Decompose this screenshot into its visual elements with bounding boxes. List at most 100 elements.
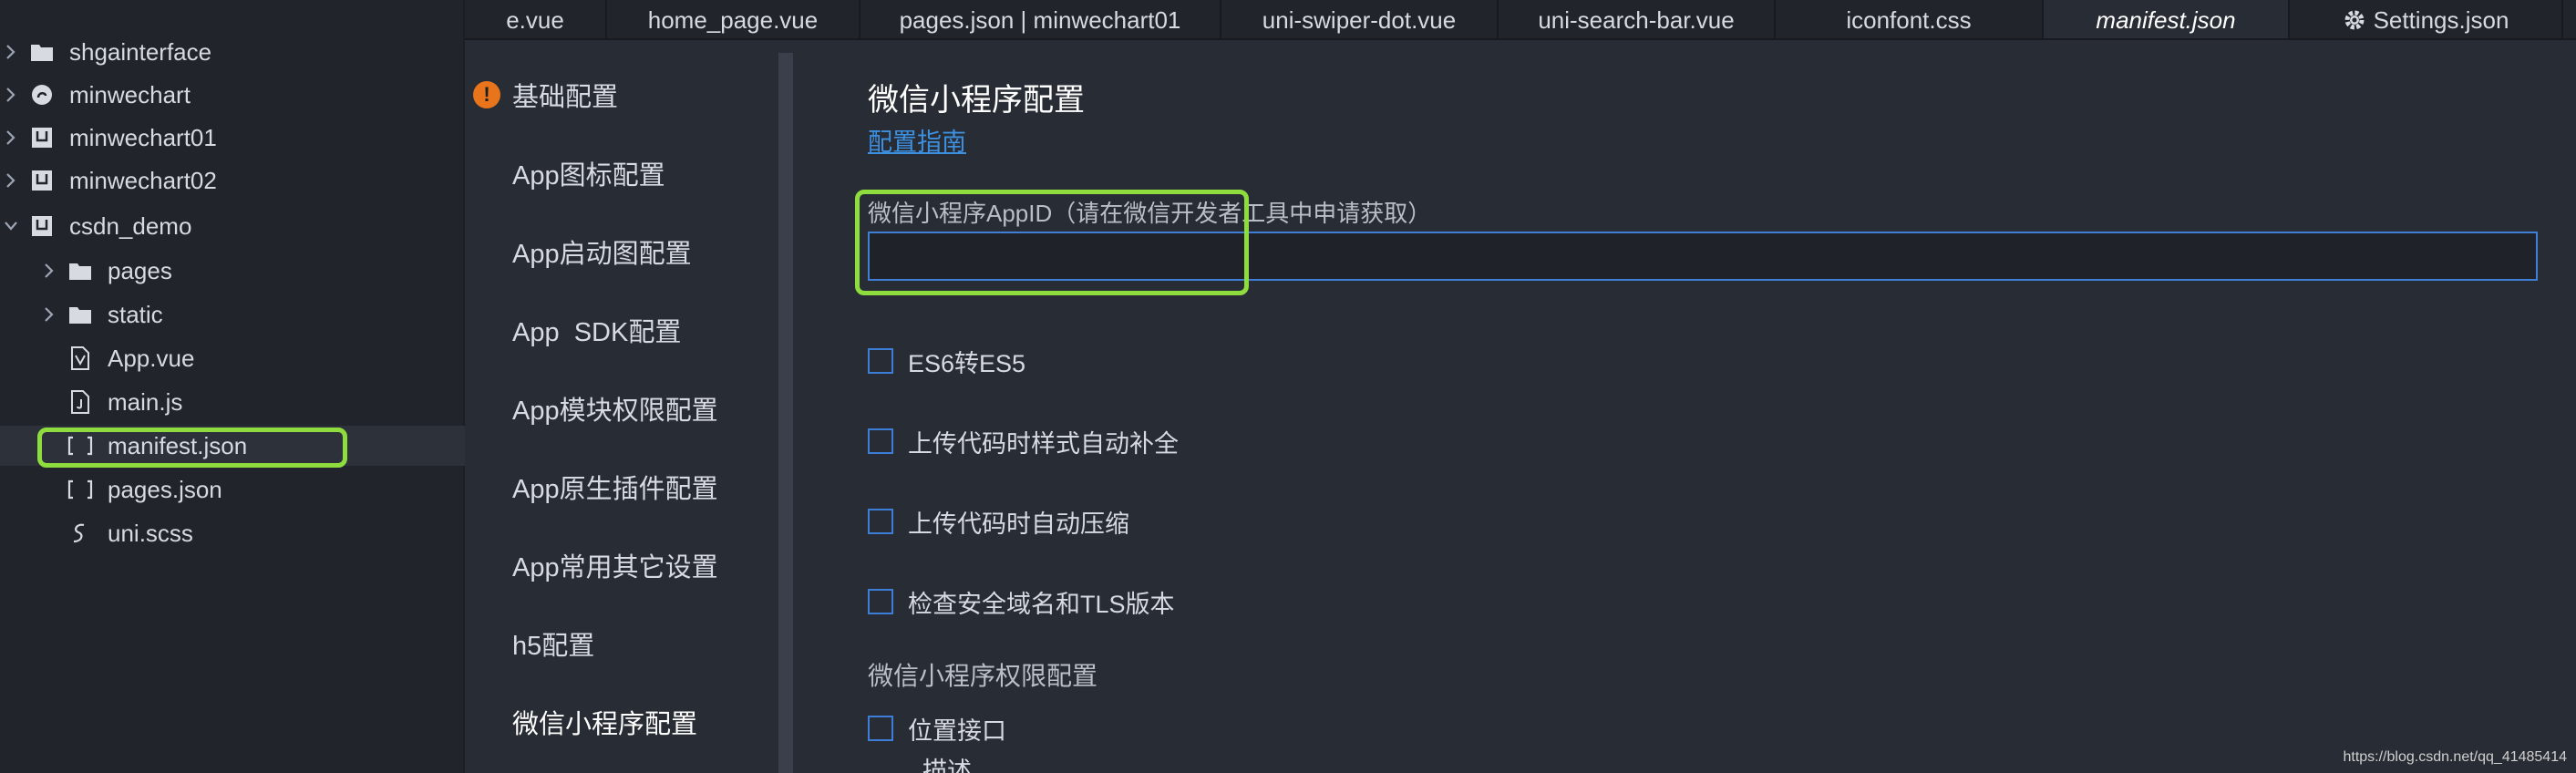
permission-location[interactable]: 位置接口 — [868, 710, 1006, 747]
appid-label: 微信小程序AppID（请在微信开发者工具中申请获取） — [868, 200, 1432, 227]
option-label: 检查安全域名和TLS版本 — [908, 590, 1175, 618]
tab-label: uni-swiper-dot.vue — [1262, 5, 1457, 34]
nav-item-label: App启动图配置 — [512, 240, 692, 269]
tree-item-label: uni.scss — [108, 519, 193, 547]
nav-item-h5-config[interactable]: h5配置 — [512, 621, 594, 666]
folder-icon — [67, 258, 93, 283]
link-project-icon — [29, 82, 55, 108]
nav-item-label: 基础配置 — [512, 83, 619, 112]
checkbox[interactable] — [868, 716, 893, 741]
tab-e-vue[interactable]: e.vue — [465, 0, 607, 38]
nav-item-label: App图标配置 — [512, 161, 665, 191]
config-guide-link[interactable]: 配置指南 — [868, 122, 966, 158]
tree-item-label: main.js — [108, 387, 183, 416]
editor-tab-bar: e.vue home_page.vue pages.json | minwech… — [465, 0, 2576, 40]
option-label: ES6转ES5 — [908, 349, 1026, 377]
option-check-domain-tls[interactable]: 检查安全域名和TLS版本 — [868, 583, 1175, 620]
tab-label: iconfont.css — [1846, 5, 1972, 34]
nav-item-label: App SDK配置 — [512, 318, 682, 347]
nav-item-app-other-settings[interactable]: App常用其它设置 — [512, 542, 718, 588]
tab-iconfont-css[interactable]: iconfont.css — [1776, 0, 2044, 38]
tree-item-label: pages.json — [108, 475, 222, 503]
tab-label: Settings.json — [2373, 5, 2509, 34]
tab-label: manifest.json — [2096, 5, 2236, 34]
tree-item-uni-scss[interactable]: uni.scss — [0, 513, 465, 553]
nav-item-label: App原生插件配置 — [512, 475, 718, 504]
tree-item-label: minwechart01 — [69, 123, 217, 151]
tree-item-static-folder[interactable]: static — [0, 294, 465, 335]
tree-item-pages-folder[interactable]: pages — [0, 251, 465, 291]
chevron-right-icon[interactable] — [2, 118, 20, 158]
weixin-mp-config-panel: 微信小程序配置 配置指南 微信小程序AppID（请在微信开发者工具中申请获取） … — [793, 42, 2576, 773]
tab-uni-swiper-dot-vue[interactable]: uni-swiper-dot.vue — [1221, 0, 1499, 38]
nav-item-weixin-mp-config[interactable]: 微信小程序配置 — [512, 699, 697, 745]
chevron-down-icon[interactable] — [2, 206, 20, 246]
tree-item-manifest-json[interactable]: manifest.json — [0, 426, 465, 466]
chevron-right-icon[interactable] — [2, 32, 20, 72]
tree-item-minwechart01[interactable]: minwechart01 — [0, 118, 465, 158]
permission-section-title: 微信小程序权限配置 — [868, 662, 1098, 690]
tree-item-label: shgainterface — [69, 37, 212, 66]
tree-item-csdn-demo[interactable]: csdn_demo — [0, 206, 465, 246]
vue-file-icon — [67, 345, 93, 371]
chevron-right-icon[interactable] — [40, 251, 58, 291]
project-icon — [29, 125, 55, 150]
page-title: 微信小程序配置 — [868, 83, 1085, 118]
nav-item-label: App常用其它设置 — [512, 553, 718, 582]
option-es6-to-es5[interactable]: ES6转ES5 — [868, 343, 1025, 379]
chevron-right-icon[interactable] — [2, 75, 20, 115]
option-label: 上传代码时自动压缩 — [908, 510, 1129, 538]
nav-item-app-module-permission[interactable]: App模块权限配置 — [512, 386, 718, 431]
nav-item-label: h5配置 — [512, 632, 595, 661]
project-explorer: shgainterface minwechart minwechart01 mi… — [0, 0, 465, 773]
tree-item-label: static — [108, 300, 163, 328]
scss-file-icon — [67, 520, 93, 546]
nav-scrollbar[interactable] — [778, 53, 793, 773]
tab-settings-json[interactable]: Settings.json — [2290, 0, 2563, 38]
tab-label: e.vue — [506, 5, 564, 34]
option-label: 位置接口 — [908, 716, 1006, 745]
tree-item-minwechart[interactable]: minwechart — [0, 75, 465, 115]
tab-manifest-json[interactable]: manifest.json — [2044, 0, 2290, 38]
tree-item-app-vue[interactable]: App.vue — [0, 338, 465, 378]
tab-label: pages.json | minwechart01 — [899, 5, 1181, 34]
tree-item-main-js[interactable]: main.js — [0, 382, 465, 422]
checkbox[interactable] — [868, 348, 893, 374]
warning-icon: ! — [473, 81, 500, 108]
permission-description-label: 描述 — [922, 758, 972, 773]
tree-item-label: manifest.json — [108, 431, 248, 459]
tree-item-pages-json[interactable]: pages.json — [0, 469, 465, 510]
nav-item-app-splash-config[interactable]: App启动图配置 — [512, 229, 692, 274]
chevron-right-icon[interactable] — [40, 294, 58, 335]
tab-home-page-vue[interactable]: home_page.vue — [607, 0, 860, 38]
ide-window: shgainterface minwechart minwechart01 mi… — [0, 0, 2576, 773]
nav-item-app-sdk-config[interactable]: App SDK配置 — [512, 307, 681, 353]
checkbox[interactable] — [868, 428, 893, 454]
nav-item-label: 微信小程序配置 — [512, 710, 698, 739]
js-file-icon — [67, 389, 93, 415]
option-style-autocomplete[interactable]: 上传代码时样式自动补全 — [868, 423, 1179, 459]
tab-pages-json-minwechart01[interactable]: pages.json | minwechart01 — [860, 0, 1221, 38]
gear-icon — [2343, 8, 2366, 32]
tab-uni-search-bar-vue[interactable]: uni-search-bar.vue — [1499, 0, 1776, 38]
option-auto-minify[interactable]: 上传代码时自动压缩 — [868, 503, 1129, 540]
nav-item-app-native-plugin[interactable]: App原生插件配置 — [512, 464, 718, 510]
tree-item-label: csdn_demo — [69, 211, 192, 240]
project-icon — [29, 213, 55, 239]
tab-label: uni-search-bar.vue — [1538, 5, 1735, 34]
project-icon — [29, 168, 55, 193]
tree-item-shgainterface[interactable]: shgainterface — [0, 32, 465, 72]
chevron-right-icon[interactable] — [2, 160, 20, 201]
checkbox[interactable] — [868, 589, 893, 614]
watermark: https://blog.csdn.net/qq_41485414 — [2343, 749, 2567, 765]
tree-item-minwechart02[interactable]: minwechart02 — [0, 160, 465, 201]
checkbox[interactable] — [868, 509, 893, 534]
tree-item-label: App.vue — [108, 344, 195, 372]
folder-icon — [29, 39, 55, 65]
tree-item-label: minwechart — [69, 80, 191, 108]
nav-item-basic-config[interactable]: ! 基础配置 — [473, 72, 619, 118]
tree-item-label: minwechart02 — [69, 166, 217, 194]
appid-input[interactable] — [868, 232, 2538, 281]
tab-label: home_page.vue — [647, 5, 819, 34]
nav-item-app-icon-config[interactable]: App图标配置 — [512, 150, 665, 196]
